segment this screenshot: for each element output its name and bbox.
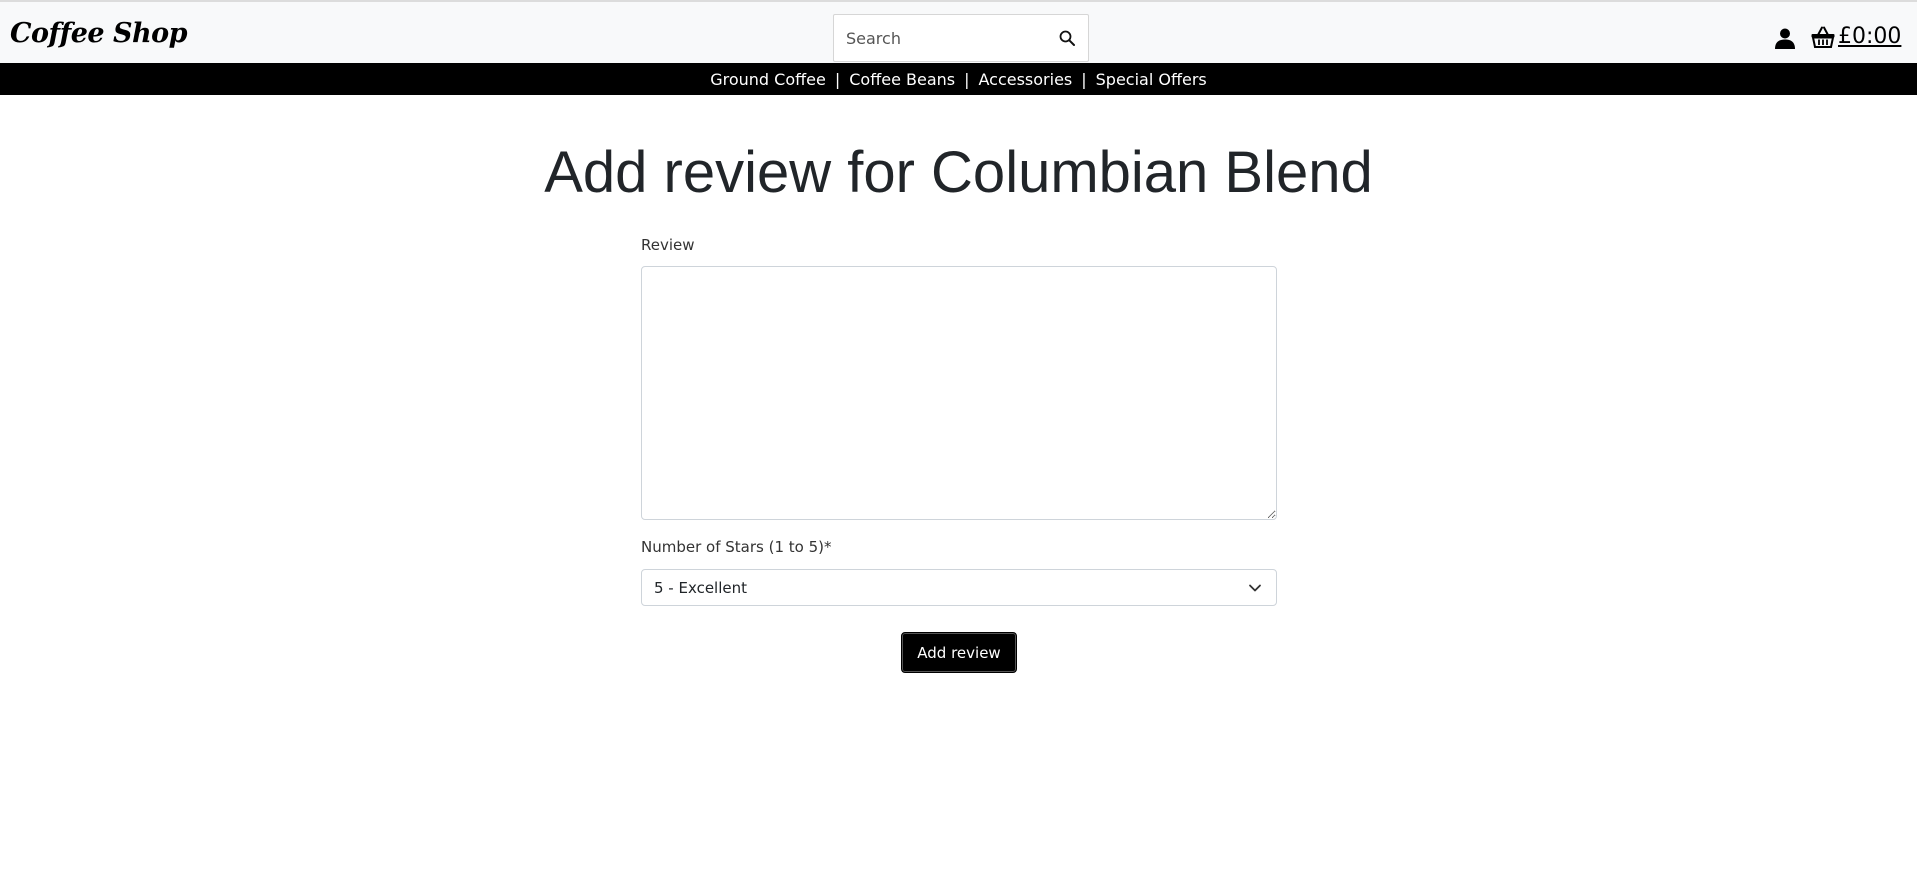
nav-separator: | <box>1081 69 1087 89</box>
user-icon <box>1775 28 1795 49</box>
stars-select[interactable]: 5 - Excellent <box>641 569 1277 606</box>
category-nav: Ground Coffee | Coffee Beans | Accessori… <box>0 63 1917 95</box>
basket-icon <box>1811 26 1835 48</box>
nav-link-ground-coffee[interactable]: Ground Coffee <box>707 70 829 89</box>
nav-link-special-offers[interactable]: Special Offers <box>1093 70 1210 89</box>
account-button[interactable] <box>1773 26 1797 50</box>
review-textarea[interactable] <box>641 266 1277 520</box>
search-icon <box>1059 30 1075 46</box>
nav-link-accessories[interactable]: Accessories <box>975 70 1075 89</box>
review-label: Review <box>641 236 695 254</box>
page-title: Add review for Columbian Blend <box>544 140 1373 205</box>
chevron-down-icon <box>1249 584 1261 592</box>
add-review-button[interactable]: Add review <box>901 632 1017 673</box>
nav-separator: | <box>964 69 970 89</box>
search-input[interactable] <box>834 16 1039 60</box>
nav-link-coffee-beans[interactable]: Coffee Beans <box>846 70 958 89</box>
basket-link[interactable]: £0:00 <box>1811 24 1901 49</box>
search-form <box>833 14 1089 62</box>
basket-total[interactable]: £0:00 <box>1838 24 1901 49</box>
search-button[interactable] <box>1048 17 1086 59</box>
nav-separator: | <box>834 69 841 89</box>
stars-label: Number of Stars (1 to 5)* <box>641 538 832 556</box>
top-header: Coffee Shop £0:00 <box>0 0 1917 63</box>
stars-selected-value: 5 - Excellent <box>654 578 748 597</box>
site-logo[interactable]: Coffee Shop <box>10 18 188 49</box>
